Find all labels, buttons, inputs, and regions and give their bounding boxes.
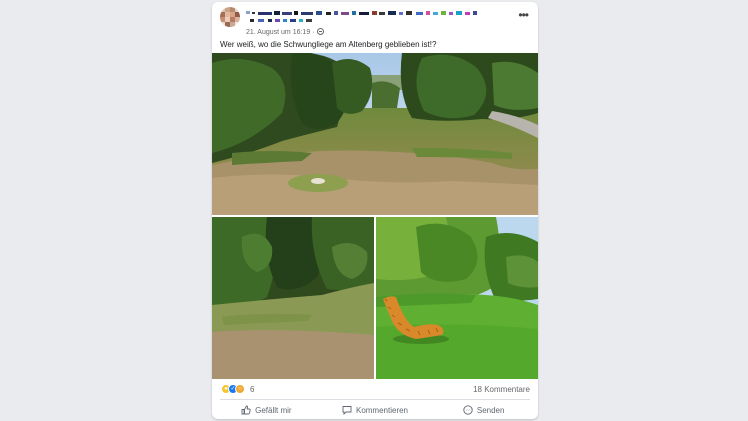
author-name-obscured[interactable] [246,8,496,26]
post-timestamp[interactable]: 21. August um 16:19 · [246,28,325,37]
comment-button-label: Kommentieren [355,405,409,415]
divider [220,399,530,400]
thumbs-up-icon [241,405,251,415]
post-stats: ● ✓ ○ 6 18 Kommentare [212,382,538,398]
messenger-icon [463,405,473,415]
timestamp-text: 21. August um 16:19 · [246,29,315,36]
comment-bubble-icon [342,406,352,415]
post-photo-3[interactable] [376,217,538,379]
comment-button[interactable]: Kommentieren [321,401,430,419]
post-photo-main[interactable] [212,53,538,215]
post-actions: Gefällt mir Kommentieren Senden [212,401,538,419]
post-header: 21. August um 16:19 · ••• [212,2,538,42]
wow-reaction-icon: ○ [235,384,245,394]
more-dots-icon[interactable]: ••• [518,9,529,21]
send-button[interactable]: Senden [429,401,538,419]
like-button[interactable]: Gefällt mir [212,401,321,419]
post-photo-2[interactable] [212,217,374,379]
like-button-label: Gefällt mir [255,405,292,415]
globe-icon [317,28,325,35]
facebook-post: 21. August um 16:19 · ••• Wer weiß, wo d… [212,2,538,419]
post-caption: Wer weiß, wo die Schwungliege am Altenbe… [220,40,437,49]
send-button-label: Senden [476,405,505,415]
avatar[interactable] [220,7,240,27]
reaction-count[interactable]: 6 [250,385,254,394]
comments-count[interactable]: 18 Kommentare [473,385,530,394]
